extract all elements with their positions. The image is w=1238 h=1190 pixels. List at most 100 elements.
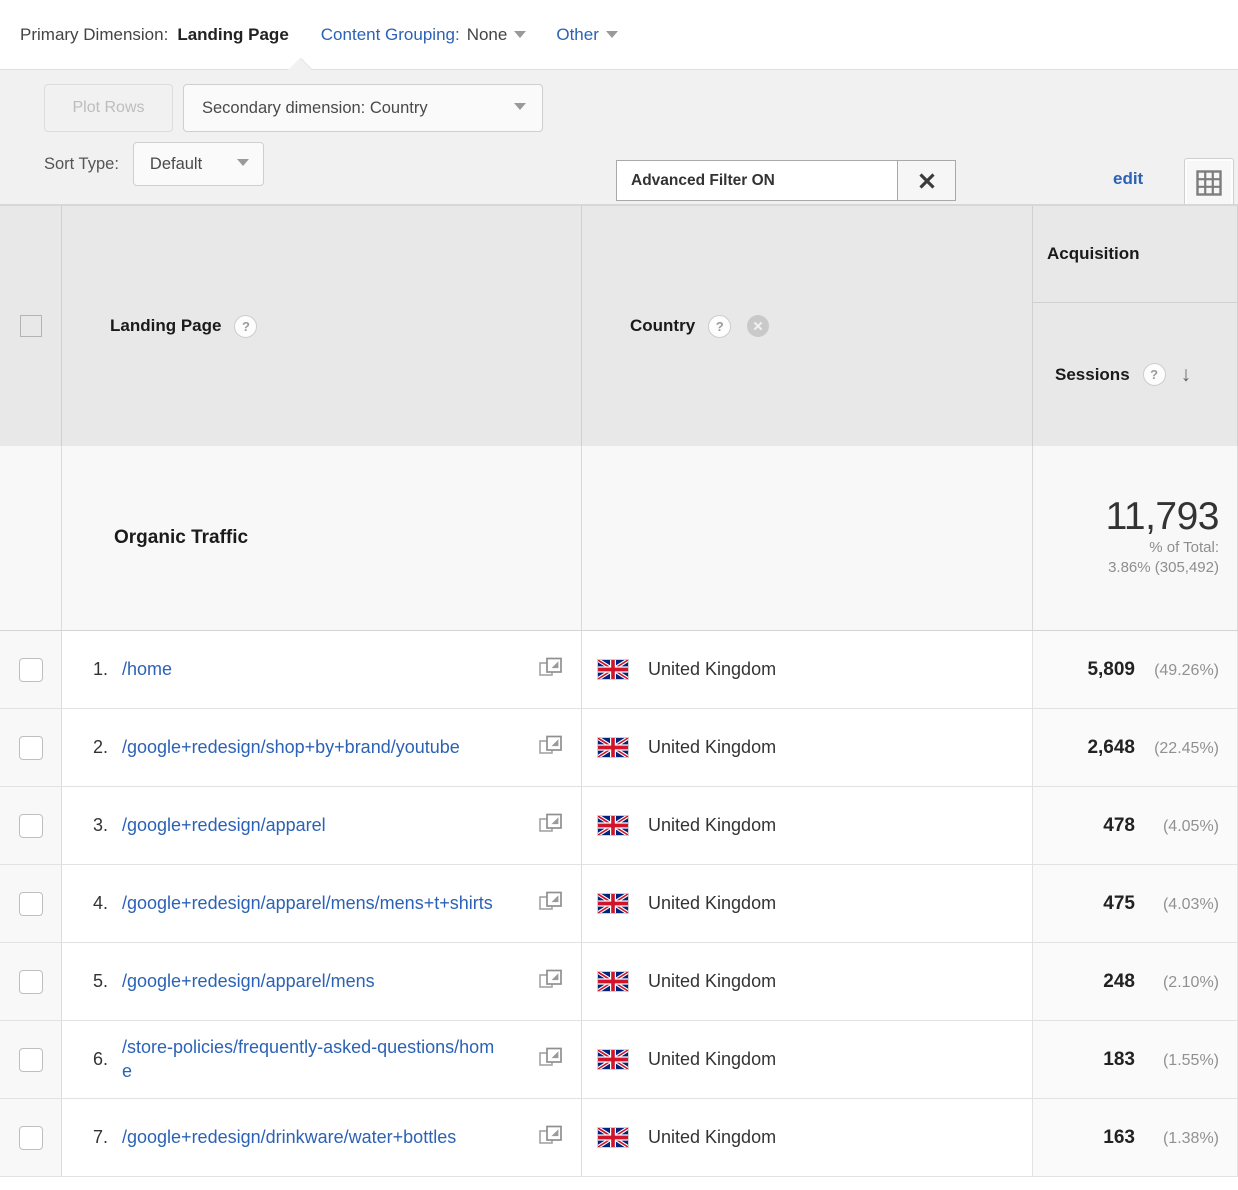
edit-filter-link[interactable]: edit: [1113, 169, 1143, 189]
content-grouping-value[interactable]: None: [467, 25, 508, 45]
landing-page-link[interactable]: /google+redesign/apparel/mens: [122, 970, 375, 993]
row-landing-page-cell: 4./google+redesign/apparel/mens/mens+t+s…: [62, 865, 582, 942]
sessions-percent: (1.55%): [1147, 1052, 1219, 1070]
row-index: 2.: [62, 737, 122, 758]
row-sessions-cell: 475 (4.03%): [1033, 865, 1238, 942]
sort-type-value: Default: [150, 155, 202, 174]
country-name: United Kingdom: [648, 815, 776, 836]
row-landing-page-cell: 6./store-policies/frequently-asked-quest…: [62, 1021, 582, 1098]
other-label[interactable]: Other: [556, 25, 599, 45]
other-dimension-selector[interactable]: Other: [556, 25, 618, 45]
chevron-down-icon[interactable]: [514, 31, 526, 38]
united-kingdom-flag-icon: [597, 737, 629, 758]
table-row: 3./google+redesign/apparel United Kingdom…: [0, 787, 1238, 865]
primary-dimension-label: Primary Dimension:: [20, 25, 168, 45]
table-row: 2./google+redesign/shop+by+brand/youtube…: [0, 709, 1238, 787]
plot-rows-button[interactable]: Plot Rows: [44, 84, 173, 132]
secondary-dimension-dropdown[interactable]: Secondary dimension: Country: [183, 84, 543, 132]
landing-page-link[interactable]: /google+redesign/apparel/mens/mens+t+shi…: [122, 892, 493, 915]
plot-rows-label: Plot Rows: [72, 99, 144, 117]
header-country[interactable]: Country ?: [582, 206, 1033, 446]
open-in-new-window-icon[interactable]: [539, 967, 563, 996]
united-kingdom-flag-icon: [597, 659, 629, 680]
sessions-value: 478: [1103, 815, 1135, 837]
table-row: 5./google+redesign/apparel/mens United Ki…: [0, 943, 1238, 1021]
header-sessions[interactable]: Sessions ? ↓: [1033, 303, 1237, 446]
row-checkbox[interactable]: [19, 1126, 43, 1150]
select-all-checkbox[interactable]: [20, 315, 42, 337]
clear-filter-button[interactable]: [898, 160, 956, 201]
open-in-new-window-icon[interactable]: [539, 1045, 563, 1074]
active-tab-pointer: [288, 58, 312, 70]
row-country-cell: United Kingdom: [582, 943, 1033, 1020]
select-all-cell: [0, 206, 62, 446]
header-acquisition-group: Acquisition Sessions ? ↓: [1033, 206, 1238, 446]
row-index: 5.: [62, 971, 122, 992]
row-checkbox[interactable]: [19, 658, 43, 682]
landing-page-link[interactable]: /google+redesign/drinkware/water+bottles: [122, 1126, 456, 1149]
open-in-new-window-icon[interactable]: [539, 1123, 563, 1152]
row-landing-page-cell: 3./google+redesign/apparel: [62, 787, 582, 864]
table-row: 7./google+redesign/drinkware/water+bottl…: [0, 1099, 1238, 1177]
sessions-value: 5,809: [1087, 659, 1135, 681]
sessions-value: 183: [1103, 1049, 1135, 1071]
content-grouping-selector[interactable]: Content Grouping: None: [321, 25, 527, 45]
row-select-cell: [0, 1021, 62, 1098]
country-name: United Kingdom: [648, 737, 776, 758]
header-landing-page-label: Landing Page: [110, 316, 221, 336]
row-country-cell: United Kingdom: [582, 1099, 1033, 1176]
summary-sessions-value: 11,793: [1106, 497, 1219, 538]
chevron-down-icon: [514, 103, 526, 110]
row-index: 7.: [62, 1127, 122, 1148]
row-index: 3.: [62, 815, 122, 836]
help-icon[interactable]: ?: [708, 315, 731, 338]
sessions-percent: (1.38%): [1147, 1130, 1219, 1148]
chevron-down-icon[interactable]: [606, 31, 618, 38]
advanced-filter-label: Advanced Filter ON: [631, 172, 775, 190]
row-select-cell: [0, 943, 62, 1020]
row-sessions-cell: 2,648 (22.45%): [1033, 709, 1238, 786]
row-checkbox[interactable]: [19, 814, 43, 838]
table-toolbar: Plot Rows Secondary dimension: Country A…: [0, 70, 1238, 204]
row-checkbox[interactable]: [19, 892, 43, 916]
sessions-percent: (4.03%): [1147, 896, 1219, 914]
remove-secondary-dimension-icon[interactable]: [747, 315, 769, 337]
sessions-value: 475: [1103, 893, 1135, 915]
sessions-value: 163: [1103, 1127, 1135, 1149]
open-in-new-window-icon[interactable]: [539, 655, 563, 684]
header-landing-page[interactable]: Landing Page ?: [62, 206, 582, 446]
landing-page-link[interactable]: /home: [122, 658, 172, 681]
landing-page-link[interactable]: /google+redesign/shop+by+brand/youtube: [122, 736, 460, 759]
row-checkbox[interactable]: [19, 1048, 43, 1072]
row-index: 6.: [62, 1049, 122, 1070]
content-grouping-label[interactable]: Content Grouping:: [321, 25, 460, 45]
row-country-cell: United Kingdom: [582, 865, 1033, 942]
help-icon[interactable]: ?: [1143, 363, 1166, 386]
row-sessions-cell: 163 (1.38%): [1033, 1099, 1238, 1176]
sessions-percent: (2.10%): [1147, 974, 1219, 992]
help-icon[interactable]: ?: [234, 315, 257, 338]
advanced-filter-input[interactable]: Advanced Filter ON: [616, 160, 898, 201]
close-icon: [751, 319, 765, 333]
sessions-value: 2,648: [1087, 737, 1135, 759]
row-select-cell: [0, 1099, 62, 1176]
sessions-value: 248: [1103, 971, 1135, 993]
primary-dimension-active-tab[interactable]: Landing Page: [177, 25, 288, 45]
row-checkbox[interactable]: [19, 970, 43, 994]
landing-page-link[interactable]: /store-policies/frequently-asked-questio…: [122, 1036, 504, 1082]
row-checkbox[interactable]: [19, 736, 43, 760]
grid-view-button[interactable]: [1184, 158, 1234, 207]
landing-page-link[interactable]: /google+redesign/apparel: [122, 814, 326, 837]
sessions-percent: (22.45%): [1147, 740, 1219, 758]
sort-type-dropdown[interactable]: Default: [133, 142, 264, 186]
open-in-new-window-icon[interactable]: [539, 811, 563, 840]
row-landing-page-cell: 2./google+redesign/shop+by+brand/youtube: [62, 709, 582, 786]
sessions-percent: (49.26%): [1147, 662, 1219, 680]
row-sessions-cell: 5,809 (49.26%): [1033, 631, 1238, 708]
table-row: 4./google+redesign/apparel/mens/mens+t+s…: [0, 865, 1238, 943]
open-in-new-window-icon[interactable]: [539, 733, 563, 762]
sort-descending-icon[interactable]: ↓: [1181, 364, 1192, 385]
open-in-new-window-icon[interactable]: [539, 889, 563, 918]
united-kingdom-flag-icon: [597, 1127, 629, 1148]
summary-title-cell: Organic Traffic: [62, 446, 582, 630]
